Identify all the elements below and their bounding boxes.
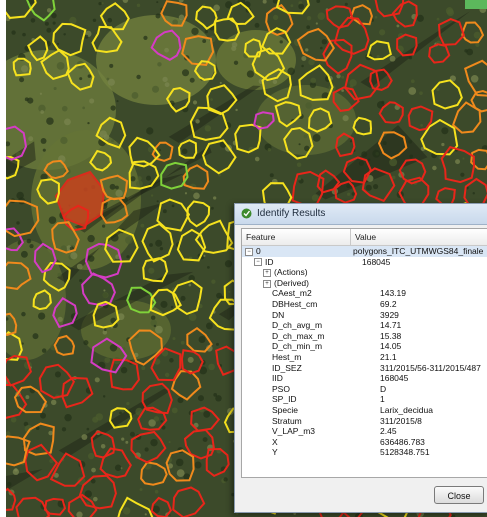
tree-row-value: 168045: [362, 256, 391, 267]
tree-row-value: 2.45: [380, 426, 397, 437]
tree-row-value: 1: [380, 394, 385, 405]
tree-row-value: D: [380, 383, 387, 394]
tree-row-value: polygons_ITC_UTMWGS84_finale: [353, 246, 484, 256]
tree-row-key-cell: − ID: [242, 257, 362, 268]
tree-row[interactable]: PSO D: [242, 384, 487, 395]
collapse-icon[interactable]: −: [254, 258, 262, 267]
tree-row[interactable]: V_LAP_m3 2.45: [242, 426, 487, 437]
tree-row-key: 0: [256, 246, 261, 256]
tree-row[interactable]: Specie Larix_decidua: [242, 405, 487, 416]
tree-row-key-cell: X: [242, 437, 380, 448]
tree-row-key-cell: Stratum: [242, 416, 380, 427]
tree-row-key: V_LAP_m3: [272, 426, 315, 437]
tree-row[interactable]: − ID 168045: [242, 257, 487, 268]
expand-icon[interactable]: +: [263, 268, 271, 277]
tree-row[interactable]: DN 3929: [242, 310, 487, 321]
tree-row-key: D_ch_avg_m: [272, 320, 323, 331]
tree-row[interactable]: Hest_m 21.1: [242, 352, 487, 363]
tree-row-key: (Actions): [274, 267, 308, 278]
column-header-value[interactable]: Value: [351, 229, 376, 245]
tree-row-key: (Derived): [274, 277, 309, 288]
tree-row-value: 636486.783: [380, 436, 425, 447]
tree-row-key: Hest_m: [272, 351, 302, 362]
tree-row-key: IID: [272, 373, 283, 384]
tree-row-key: ID_SEZ: [272, 362, 302, 373]
tree-row-value: 15.38: [380, 330, 402, 341]
results-tree[interactable]: Feature Value −0 polygons_ITC_UTMWGS84_fi…: [241, 228, 487, 478]
dialog-title-bar[interactable]: Identify Results: [235, 204, 487, 225]
tree-row-value: 21.1: [380, 351, 397, 362]
tree-row-value: 5128348.751: [380, 447, 430, 458]
tree-row-key: ID: [265, 256, 274, 267]
tree-row-value: 311/2015/56-311/2015/487: [380, 362, 481, 373]
tree-row-key-cell: −0: [242, 246, 353, 257]
identify-results-dialog: Identify Results Feature Value −0 polygon…: [234, 203, 487, 513]
tree-row-key-cell: D_ch_min_m: [242, 341, 380, 352]
tree-row-key: Stratum: [272, 415, 302, 426]
tree-row-value: Larix_decidua: [380, 404, 433, 415]
tree-row-value: [371, 267, 487, 278]
close-button[interactable]: Close: [434, 486, 484, 504]
tree-row-key: D_ch_max_m: [272, 330, 325, 341]
tree-row-value: 168045: [380, 373, 409, 384]
tree-row[interactable]: SP_ID 1: [242, 394, 487, 405]
tree-row-value: 14.71: [380, 320, 402, 331]
tree-row-value: 14.05: [380, 341, 402, 352]
tree-row-key-cell: CAest_m2: [242, 288, 380, 299]
tree-row-key-cell: ID_SEZ: [242, 363, 380, 374]
tree-row[interactable]: X 636486.783: [242, 437, 487, 448]
column-header-feature[interactable]: Feature: [242, 229, 351, 245]
tree-row-value: 3929: [380, 309, 399, 320]
tree-row[interactable]: D_ch_min_m 14.05: [242, 341, 487, 352]
tree-row-key-cell: SP_ID: [242, 394, 380, 405]
tree-row-key-cell: PSO: [242, 384, 380, 395]
tree-row-key: Y: [272, 447, 278, 458]
tree-row-key: SP_ID: [272, 394, 297, 405]
tree-row-key-cell: D_ch_avg_m: [242, 320, 380, 331]
tree-row[interactable]: Y 5128348.751: [242, 447, 487, 458]
identify-icon: [241, 208, 252, 219]
tree-row[interactable]: + (Actions): [242, 267, 487, 278]
tree-row-key: DBHest_cm: [272, 298, 318, 309]
tree-row-key-cell: V_LAP_m3: [242, 426, 380, 437]
dialog-title: Identify Results: [257, 208, 326, 219]
tree-row-key-cell: Specie: [242, 405, 380, 416]
tree-header: Feature Value: [242, 229, 487, 246]
tree-row-value: 69.2: [380, 298, 397, 309]
tree-row-key-cell: IID: [242, 373, 380, 384]
tree-row[interactable]: Stratum 311/2015/8: [242, 416, 487, 427]
tree-row-key-cell: Y: [242, 447, 380, 458]
tree-row-key-cell: D_ch_max_m: [242, 331, 380, 342]
tree-rows: −0 polygons_ITC_UTMWGS84_finale − ID 168045 +…: [242, 246, 487, 458]
tree-row[interactable]: DBHest_cm 69.2: [242, 299, 487, 310]
tree-row-key-cell: + (Derived): [242, 278, 371, 289]
tree-row[interactable]: −0 polygons_ITC_UTMWGS84_finale: [242, 246, 487, 257]
collapse-icon[interactable]: −: [245, 247, 253, 256]
tree-row-key-cell: DN: [242, 310, 380, 321]
tree-row-key: X: [272, 436, 278, 447]
tree-row-key: D_ch_min_m: [272, 341, 323, 352]
expand-icon[interactable]: +: [263, 279, 271, 288]
tree-row-value: 311/2015/8: [380, 415, 422, 426]
tree-row[interactable]: CAest_m2 143.19: [242, 288, 487, 299]
tree-row-key: PSO: [272, 383, 290, 394]
tree-row[interactable]: + (Derived): [242, 278, 487, 289]
tree-row[interactable]: D_ch_max_m 15.38: [242, 331, 487, 342]
tree-row[interactable]: D_ch_avg_m 14.71: [242, 320, 487, 331]
tree-row-value: [371, 278, 487, 289]
tree-row[interactable]: IID 168045: [242, 373, 487, 384]
status-badge: [465, 0, 487, 9]
tree-row-key-cell: DBHest_cm: [242, 299, 380, 310]
tree-row-value: 143.19: [380, 288, 406, 299]
tree-row-key-cell: + (Actions): [242, 267, 371, 278]
tree-row-key-cell: Hest_m: [242, 352, 380, 363]
tree-row-key: Specie: [272, 404, 298, 415]
tree-row-key: DN: [272, 309, 285, 320]
tree-row[interactable]: ID_SEZ 311/2015/56-311/2015/487: [242, 363, 487, 374]
tree-row-key: CAest_m2: [272, 288, 312, 299]
